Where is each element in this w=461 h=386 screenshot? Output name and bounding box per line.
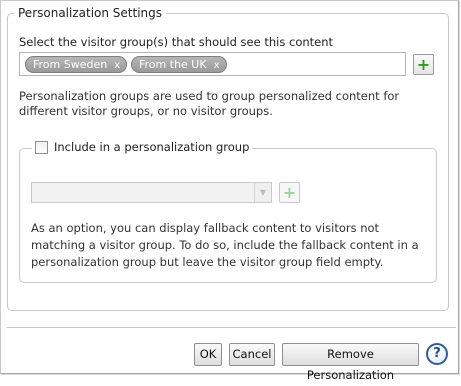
help-icon[interactable]: ? — [426, 343, 448, 365]
section-title: Personalization Settings — [14, 6, 167, 20]
personalization-group-legend: Include in a personalization group — [32, 140, 253, 154]
add-personalization-group-button[interactable]: + — [279, 182, 300, 203]
remove-tag-icon[interactable]: x — [214, 60, 220, 71]
personalization-description: Personalization groups are used to group… — [19, 89, 400, 118]
tag-label: From Sweden — [33, 58, 108, 71]
tag-label: From the UK — [139, 58, 207, 71]
footer-divider — [7, 327, 456, 328]
plus-icon: + — [416, 54, 431, 74]
remove-personalization-button[interactable]: Remove Personalization — [282, 343, 419, 382]
include-group-checkbox[interactable] — [35, 140, 48, 154]
personalization-group-select[interactable]: ▼ — [31, 182, 272, 203]
visitor-group-tag: From the UK x — [131, 56, 227, 73]
include-group-label[interactable]: Include in a personalization group — [54, 140, 249, 154]
visitor-group-input[interactable]: From Sweden x From the UK x — [19, 52, 406, 76]
fallback-description: As an option, you can display fallback c… — [31, 221, 419, 269]
plus-icon: + — [282, 182, 297, 202]
remove-tag-icon[interactable]: x — [114, 60, 120, 71]
visitor-group-label: Select the visitor group(s) that should … — [19, 35, 334, 49]
personalization-dialog: Personalization Settings Select the visi… — [0, 0, 459, 382]
add-visitor-group-button[interactable]: + — [413, 54, 434, 75]
visitor-group-tag: From Sweden x — [25, 56, 128, 73]
cancel-button[interactable]: Cancel — [229, 343, 275, 366]
chevron-down-icon: ▼ — [254, 183, 271, 202]
ok-button[interactable]: OK — [194, 343, 222, 366]
